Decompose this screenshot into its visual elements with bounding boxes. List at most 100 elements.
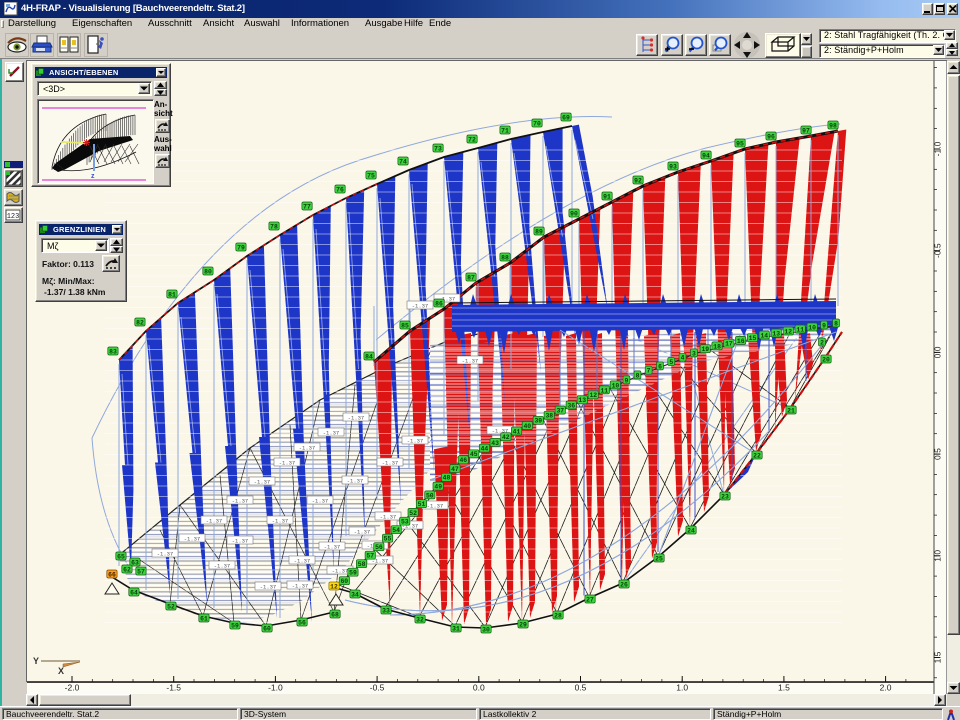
- svg-text:90: 90: [570, 210, 578, 217]
- svg-text:37: 37: [556, 408, 564, 415]
- svg-text:54: 54: [392, 527, 400, 534]
- svg-text:-1.37: -1.37: [312, 498, 329, 505]
- svg-text:-1.37: -1.37: [324, 544, 341, 551]
- svg-text:6: 6: [658, 363, 662, 370]
- svg-text:9: 9: [624, 377, 628, 384]
- svg-text:95: 95: [736, 140, 744, 147]
- svg-text:z: z: [91, 173, 95, 180]
- svg-text:9: 9: [822, 322, 826, 329]
- svg-text:5: 5: [669, 359, 673, 366]
- svg-text:27: 27: [586, 596, 594, 603]
- svg-text:X: X: [58, 666, 64, 676]
- svg-text:-1.37: -1.37: [206, 518, 223, 525]
- svg-text:32: 32: [416, 616, 424, 623]
- svg-text:73: 73: [434, 145, 442, 152]
- svg-text:85: 85: [401, 322, 409, 329]
- svg-text:12: 12: [330, 583, 338, 590]
- svg-text:38: 38: [545, 413, 553, 420]
- svg-text:78: 78: [270, 223, 278, 230]
- svg-text:93: 93: [669, 163, 677, 170]
- svg-text:33: 33: [382, 607, 390, 614]
- svg-text:14: 14: [760, 332, 768, 339]
- svg-text:-1.37: -1.37: [427, 503, 444, 510]
- svg-text:97: 97: [802, 127, 810, 134]
- svg-text:34: 34: [351, 591, 359, 598]
- svg-text:56: 56: [298, 619, 306, 626]
- svg-text:13: 13: [772, 330, 780, 337]
- svg-text:56: 56: [375, 544, 383, 551]
- svg-text:52: 52: [409, 510, 417, 517]
- svg-text:60: 60: [263, 625, 271, 632]
- svg-text:41: 41: [513, 428, 521, 435]
- svg-text:-1.37: -1.37: [462, 358, 479, 365]
- svg-text:18: 18: [713, 343, 721, 350]
- svg-text:76: 76: [336, 186, 344, 193]
- svg-text:60: 60: [340, 578, 348, 585]
- svg-text:59: 59: [231, 622, 239, 629]
- svg-text:10: 10: [612, 382, 620, 389]
- svg-text:123: 123: [7, 213, 20, 221]
- svg-text:49: 49: [434, 484, 442, 491]
- svg-text:0.0: 0.0: [473, 683, 485, 693]
- svg-text:80: 80: [204, 268, 212, 275]
- svg-text:86: 86: [435, 300, 443, 307]
- svg-text:72: 72: [468, 136, 476, 143]
- svg-text:8: 8: [636, 372, 640, 379]
- svg-text:79: 79: [237, 244, 245, 251]
- svg-text:46: 46: [459, 457, 467, 464]
- svg-text:4: 4: [681, 355, 685, 362]
- svg-text:0.5: 0.5: [575, 683, 587, 693]
- svg-text:51: 51: [418, 501, 426, 508]
- svg-text:87: 87: [467, 274, 475, 281]
- svg-text:10: 10: [808, 324, 816, 331]
- svg-text:69: 69: [562, 114, 570, 121]
- svg-text:61: 61: [200, 615, 208, 622]
- svg-text:-1.37: -1.37: [299, 445, 316, 452]
- svg-text:92: 92: [634, 177, 642, 184]
- svg-text:36: 36: [567, 402, 575, 409]
- svg-text:-1.5: -1.5: [166, 683, 181, 693]
- svg-text:84: 84: [365, 353, 373, 360]
- svg-text:-1.37: -1.37: [407, 438, 424, 445]
- svg-text:40: 40: [523, 423, 531, 430]
- svg-text:98: 98: [829, 122, 837, 129]
- svg-text:-1.37: -1.37: [184, 536, 201, 543]
- svg-text:13: 13: [578, 397, 586, 404]
- svg-text:74: 74: [399, 158, 407, 165]
- svg-text:39: 39: [534, 418, 542, 425]
- svg-text:88: 88: [501, 254, 509, 261]
- svg-text:11: 11: [600, 387, 608, 394]
- svg-text:24: 24: [687, 527, 695, 534]
- svg-text:21: 21: [787, 407, 795, 414]
- svg-text:-1.37: -1.37: [292, 583, 309, 590]
- svg-text:57: 57: [366, 553, 374, 560]
- svg-text:-1.37: -1.37: [412, 303, 429, 310]
- svg-text:-1.37: -1.37: [347, 478, 364, 485]
- svg-text:-1.37: -1.37: [323, 430, 340, 437]
- svg-text:17: 17: [725, 341, 733, 348]
- svg-text:-1.37: -1.37: [279, 460, 296, 467]
- svg-text:-0.5: -0.5: [370, 683, 385, 693]
- svg-text:7: 7: [647, 368, 651, 375]
- svg-text:-1.37: -1.37: [354, 529, 371, 536]
- svg-text:70: 70: [533, 120, 541, 127]
- svg-text:43: 43: [491, 440, 499, 447]
- svg-text:-1.37: -1.37: [294, 558, 311, 565]
- svg-text:83: 83: [109, 348, 117, 355]
- svg-text:8: 8: [834, 320, 838, 327]
- svg-text:82: 82: [136, 319, 144, 326]
- svg-text:22: 22: [753, 452, 761, 459]
- svg-text:71: 71: [501, 127, 509, 134]
- svg-text:45: 45: [470, 451, 478, 458]
- svg-text:81: 81: [168, 291, 176, 298]
- svg-text:-1.37: -1.37: [332, 568, 349, 575]
- svg-text:96: 96: [767, 133, 775, 140]
- svg-text:2: 2: [820, 339, 824, 346]
- svg-text:-1.37: -1.37: [382, 460, 399, 467]
- svg-text:91: 91: [603, 193, 611, 200]
- svg-text:57: 57: [137, 568, 145, 575]
- svg-text:16: 16: [737, 338, 745, 345]
- svg-text:29: 29: [519, 621, 527, 628]
- svg-text:66: 66: [108, 571, 116, 578]
- svg-text:68: 68: [331, 611, 339, 618]
